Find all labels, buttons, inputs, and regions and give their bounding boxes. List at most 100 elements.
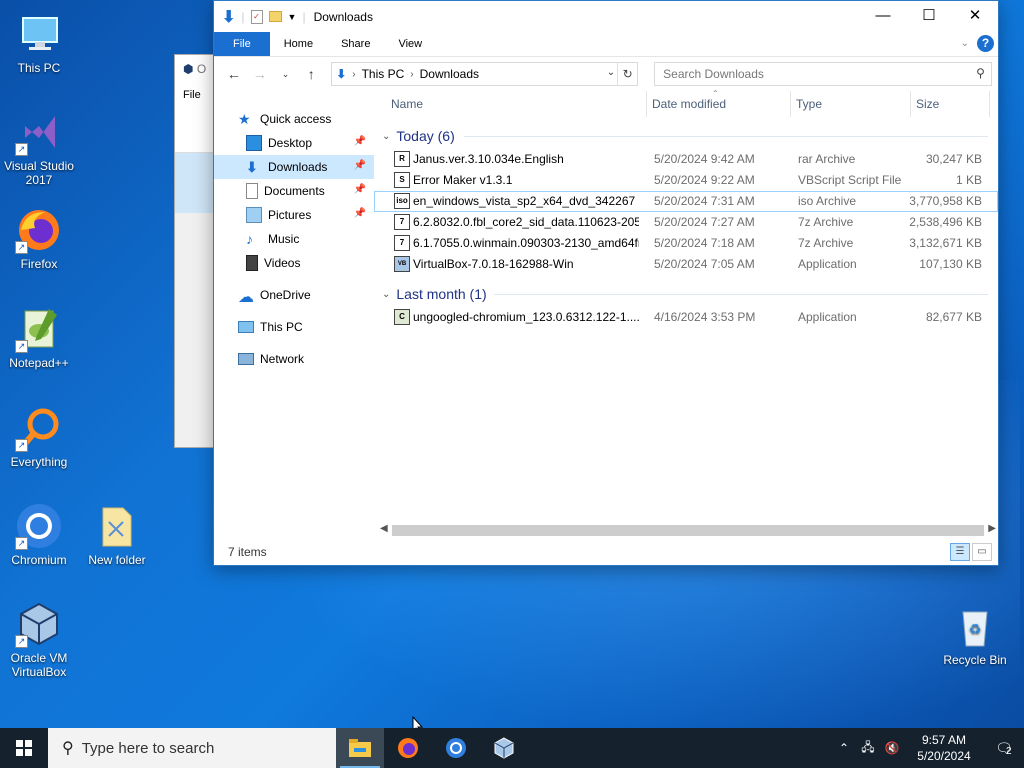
desktop-icon-firefox[interactable]: ↗ Firefox (0, 206, 78, 271)
clock-date: 5/20/2024 (917, 749, 971, 763)
file-row[interactable]: 7 6.2.8032.0.fbl_core2_sid_data.110623-2… (374, 212, 998, 233)
desktop-icon-label: Notepad++ (9, 356, 69, 370)
nav-item-videos[interactable]: Videos (214, 251, 374, 275)
script-file-icon: S (394, 172, 410, 188)
desktop-icon-label: Visual Studio 2017 (4, 159, 74, 187)
large-icons-view-icon[interactable]: ▭ (972, 543, 992, 561)
horizontal-scrollbar[interactable]: ◀ ▶ (378, 522, 998, 539)
forward-arrow-icon[interactable]: → (250, 66, 270, 82)
nav-item-network[interactable]: Network (214, 347, 374, 371)
sort-chevron-icon: ⌃ (712, 89, 719, 98)
archive-icon: R (394, 151, 410, 167)
shortcut-arrow-icon: ↗ (15, 537, 28, 550)
desktop-icon-new-folder[interactable]: New folder (78, 502, 156, 567)
scroll-right-arrow-icon[interactable]: ▶ (988, 523, 996, 534)
column-header-type[interactable]: Type (796, 97, 822, 111)
properties-icon[interactable]: ✓ (250, 9, 263, 24)
up-arrow-icon[interactable]: ↑ (301, 66, 321, 82)
column-header-date-modified[interactable]: Date modified (652, 97, 726, 111)
file-row[interactable]: R Janus.ver.3.10.034e.English 5/20/2024 … (374, 149, 998, 170)
help-icon[interactable]: ? (977, 35, 994, 52)
taskbar-firefox[interactable] (384, 728, 432, 768)
clock[interactable]: 9:57 AM 5/20/2024 (904, 732, 984, 764)
taskbar-file-explorer[interactable] (336, 728, 384, 768)
network-icon (238, 353, 254, 365)
nav-item-desktop[interactable]: Desktop 📌 (214, 131, 374, 155)
desktop-icon-this-pc[interactable]: This PC (0, 10, 78, 75)
network-icon[interactable]: 🖧 (856, 738, 880, 759)
tab-file[interactable]: File (214, 32, 270, 56)
details-view-icon[interactable]: ☰ (950, 543, 970, 561)
recycle-bin-icon: ♻ (951, 602, 999, 650)
taskbar: ⚲ Type here to search ⌃ 🖧 🔇 9:57 AM 5/20… (0, 728, 1024, 768)
back-arrow-icon[interactable]: ← (224, 66, 244, 82)
file-type: Application (798, 310, 857, 324)
search-icon: ⚲ (976, 66, 985, 80)
tab-home[interactable]: Home (270, 32, 327, 56)
desktop-icon-everything[interactable]: ↗ Everything (0, 404, 78, 469)
volume-muted-icon[interactable]: 🔇 (880, 741, 904, 755)
tab-view[interactable]: View (384, 32, 436, 56)
file-explorer-window[interactable]: ⬇ | ✓ ▼ | Downloads — ☐ ✕ File Home Shar… (213, 0, 999, 566)
nav-item-music[interactable]: ♪ Music (214, 227, 374, 251)
nav-item-this-pc[interactable]: This PC (214, 315, 374, 339)
virtualbox-window-background[interactable]: ⬢ O File (174, 54, 218, 448)
maximize-button[interactable]: ☐ (906, 1, 952, 31)
close-button[interactable]: ✕ (952, 1, 998, 31)
address-dropdown-icon[interactable]: ⌄ (607, 67, 615, 78)
file-row[interactable]: S Error Maker v1.3.1 5/20/2024 9:22 AM V… (374, 170, 998, 191)
bg-window-menu-file[interactable]: File (175, 85, 217, 107)
search-input[interactable]: Search Downloads ⚲ (654, 62, 992, 86)
nav-quick-access[interactable]: ★ Quick access (214, 107, 374, 131)
quick-access-dropdown-icon[interactable]: ▼ (288, 12, 297, 22)
tab-share[interactable]: Share (327, 32, 384, 56)
desktop-icon-virtualbox[interactable]: ↗ Oracle VM VirtualBox (0, 600, 78, 679)
show-hidden-icons-chevron-icon[interactable]: ⌃ (832, 741, 856, 755)
minimize-button[interactable]: — (860, 1, 906, 31)
nav-item-documents[interactable]: Documents 📌 (214, 179, 374, 203)
scrollbar-thumb[interactable] (392, 525, 984, 536)
desktop-icon-notepadpp[interactable]: ↗ Notepad++ (0, 305, 78, 370)
nav-item-onedrive[interactable]: ☁ OneDrive (214, 283, 374, 307)
navigation-pane: ★ Quick access Desktop 📌 ⬇ Downloads 📌 D… (214, 91, 374, 539)
taskbar-search-box[interactable]: ⚲ Type here to search (48, 728, 336, 768)
start-button[interactable] (0, 728, 48, 768)
desktop-icon-chromium[interactable]: ↗ Chromium (0, 502, 78, 567)
refresh-icon[interactable]: ↻ (617, 63, 637, 85)
bg-window-selected-vm[interactable] (175, 153, 217, 213)
column-header-size[interactable]: Size (916, 97, 939, 111)
collapse-chevron-icon: ⌄ (382, 288, 391, 300)
breadcrumb-this-pc[interactable]: This PC (362, 67, 405, 81)
file-row[interactable]: iso en_windows_vista_sp2_x64_dvd_342267 … (374, 191, 998, 212)
group-header-last-month[interactable]: ⌄ Last month (1) (374, 281, 998, 307)
title-bar[interactable]: ⬇ | ✓ ▼ | Downloads — ☐ ✕ (214, 1, 998, 32)
column-header-name[interactable]: Name (391, 97, 423, 111)
file-date: 5/20/2024 7:31 AM (654, 194, 755, 208)
scroll-left-arrow-icon[interactable]: ◀ (380, 523, 388, 534)
file-row[interactable]: 7 6.1.7055.0.winmain.090303-2130_amd64fr… (374, 233, 998, 254)
taskbar-virtualbox[interactable] (480, 728, 528, 768)
file-name: Janus.ver.3.10.034e.English (413, 152, 564, 166)
new-folder-icon[interactable] (268, 11, 282, 22)
address-bar[interactable]: ⬇ › This PC › Downloads ⌄ ↻ (331, 62, 639, 86)
notification-count: 2 (1006, 745, 1012, 757)
recent-locations-chevron-icon[interactable]: ⌄ (276, 69, 296, 80)
group-header-today[interactable]: ⌄ Today (6) (374, 123, 998, 149)
downloads-icon: ⬇ (246, 159, 258, 175)
desktop-icon-recycle-bin[interactable]: ♻ Recycle Bin (936, 602, 1014, 667)
firefox-icon (398, 738, 418, 758)
breadcrumb-downloads[interactable]: Downloads (420, 67, 479, 81)
notifications-button[interactable]: 🗨 2 (984, 740, 1024, 757)
desktop-icon-visual-studio[interactable]: ↗ Visual Studio 2017 (0, 108, 78, 187)
breadcrumb-separator-icon: › (410, 68, 414, 80)
file-date: 5/20/2024 9:22 AM (654, 173, 755, 187)
file-size: 3,770,958 KB (909, 194, 982, 208)
nav-item-downloads[interactable]: ⬇ Downloads 📌 (214, 155, 374, 179)
taskbar-chromium[interactable] (432, 728, 480, 768)
file-row[interactable]: VB VirtualBox-7.0.18-162988-Win 5/20/202… (374, 254, 998, 275)
windows-logo-icon (16, 740, 32, 756)
expand-ribbon-icon[interactable]: ⌄ (961, 38, 969, 49)
nav-item-pictures[interactable]: Pictures 📌 (214, 203, 374, 227)
desktop-icon-label: Firefox (20, 257, 58, 271)
file-row[interactable]: C ungoogled-chromium_123.0.6312.122-1...… (374, 307, 998, 328)
